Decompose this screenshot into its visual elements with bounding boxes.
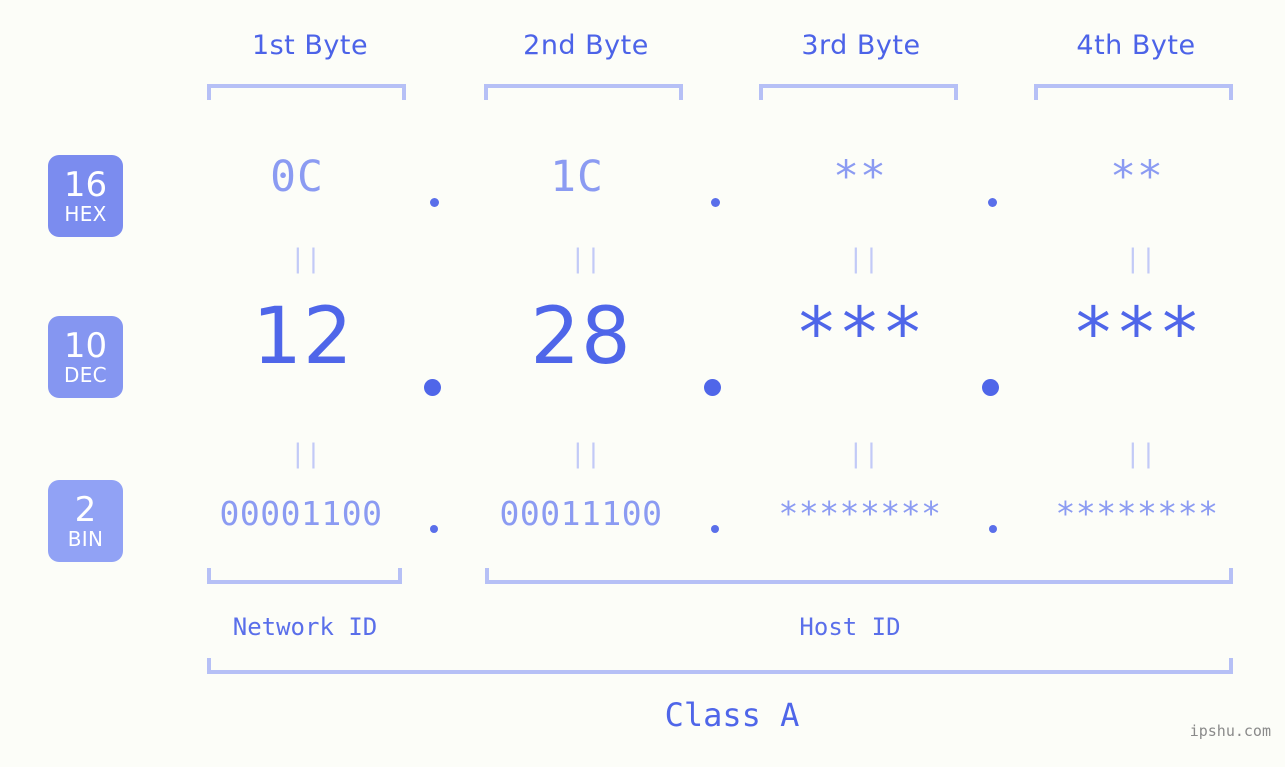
byte-bracket-4 xyxy=(1034,84,1233,100)
dec-byte-2: 28 xyxy=(530,292,632,382)
ip-address-breakdown-diagram: 1st Byte 2nd Byte 3rd Byte 4th Byte 16 H… xyxy=(0,0,1285,767)
equals-mark-dec-bin-3: || xyxy=(848,439,880,469)
bin-dot-1 xyxy=(430,525,438,533)
site-watermark: ipshu.com xyxy=(1189,722,1271,740)
class-bracket xyxy=(207,658,1233,674)
byte-header-1: 1st Byte xyxy=(251,30,369,61)
network-id-bracket xyxy=(207,568,402,584)
dec-dot-3 xyxy=(982,379,999,396)
base-badge-bin-abbr: BIN xyxy=(67,527,104,551)
dec-dot-2 xyxy=(704,379,721,396)
host-id-bracket xyxy=(485,568,1233,584)
hex-dot-2 xyxy=(711,198,720,207)
equals-mark-hex-dec-2: || xyxy=(570,244,602,274)
bin-byte-2: 00011100 xyxy=(499,494,663,533)
hex-byte-2: 1C xyxy=(550,152,604,202)
bin-byte-3: ******** xyxy=(778,494,942,533)
dec-dot-1 xyxy=(424,379,441,396)
byte-header-4: 4th Byte xyxy=(1076,30,1196,61)
dec-byte-1: 12 xyxy=(252,292,354,382)
byte-bracket-3 xyxy=(759,84,958,100)
dec-byte-3: *** xyxy=(795,292,925,374)
base-badge-dec: 10 DEC xyxy=(48,316,123,398)
byte-bracket-2 xyxy=(484,84,683,100)
class-label: Class A xyxy=(664,696,800,734)
dec-byte-4: *** xyxy=(1072,292,1202,374)
equals-mark-dec-bin-1: || xyxy=(290,439,322,469)
bin-dot-3 xyxy=(989,525,997,533)
base-badge-dec-abbr: DEC xyxy=(64,363,107,387)
byte-bracket-1 xyxy=(207,84,406,100)
byte-header-3: 3rd Byte xyxy=(801,30,921,61)
host-id-label: Host ID xyxy=(799,613,901,641)
bin-byte-4: ******** xyxy=(1055,494,1219,533)
equals-mark-hex-dec-3: || xyxy=(848,244,880,274)
equals-mark-hex-dec-1: || xyxy=(290,244,322,274)
hex-byte-3: ** xyxy=(833,152,887,202)
bin-byte-1: 00001100 xyxy=(219,494,383,533)
hex-byte-4: ** xyxy=(1110,152,1164,202)
network-id-label: Network ID xyxy=(232,613,378,641)
base-badge-bin: 2 BIN xyxy=(48,480,123,562)
byte-header-2: 2nd Byte xyxy=(523,30,649,61)
base-badge-bin-number: 2 xyxy=(74,490,97,530)
base-badge-hex: 16 HEX xyxy=(48,155,123,237)
hex-dot-1 xyxy=(430,198,439,207)
equals-mark-dec-bin-4: || xyxy=(1125,439,1157,469)
hex-dot-3 xyxy=(988,198,997,207)
base-badge-dec-number: 10 xyxy=(63,326,108,366)
bin-dot-2 xyxy=(711,525,719,533)
equals-mark-dec-bin-2: || xyxy=(570,439,602,469)
hex-byte-1: 0C xyxy=(270,152,324,202)
base-badge-hex-abbr: HEX xyxy=(64,202,107,226)
base-badge-hex-number: 16 xyxy=(63,165,108,205)
equals-mark-hex-dec-4: || xyxy=(1125,244,1157,274)
